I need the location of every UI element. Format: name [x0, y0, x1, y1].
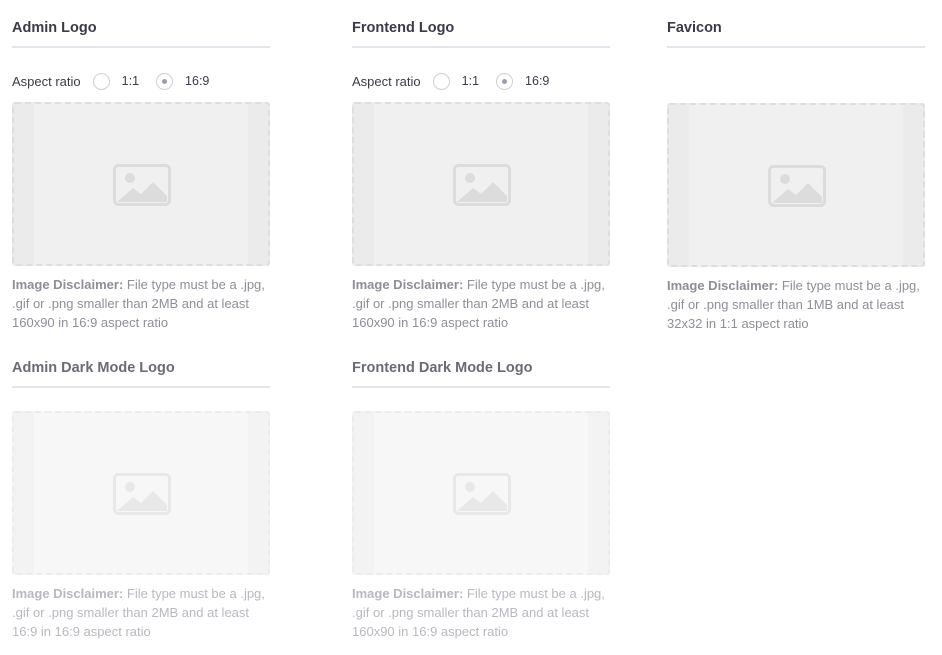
admin-logo-upload-area[interactable] — [12, 102, 270, 266]
disclaimer-label: Image Disclaimer: — [12, 586, 124, 601]
image-icon — [113, 164, 171, 206]
aspect-16-9-label[interactable]: 16:9 — [525, 74, 549, 88]
card-title: Frontend Logo — [352, 19, 610, 48]
frontend-logo-card: Frontend Logo Aspect ratio 1:1 16:9 Imag… — [352, 19, 610, 332]
card-title: Frontend Dark Mode Logo — [352, 359, 610, 388]
aspect-1-1-label[interactable]: 1:1 — [462, 74, 479, 88]
disclaimer-label: Image Disclaimer: — [12, 277, 124, 292]
aspect-1-1-label[interactable]: 1:1 — [122, 74, 139, 88]
image-disclaimer: Image Disclaimer: File type must be a .j… — [352, 275, 610, 332]
radio-selected-dot — [502, 78, 508, 84]
frontend-dark-mode-logo-upload-area[interactable] — [352, 411, 610, 575]
admin-dark-mode-logo-card: Admin Dark Mode Logo Image Disclaimer: F… — [12, 359, 270, 641]
aspect-1-1-radio[interactable] — [92, 72, 110, 90]
disclaimer-label: Image Disclaimer: — [352, 277, 464, 292]
image-disclaimer: Image Disclaimer: File type must be a .j… — [12, 275, 270, 332]
image-icon — [113, 473, 171, 515]
aspect-ratio-selector: Aspect ratio 1:1 16:9 — [12, 69, 270, 93]
aspect-16-9-radio[interactable] — [156, 72, 174, 90]
aspect-ratio-selector: Aspect ratio 1:1 16:9 — [352, 69, 610, 93]
card-title: Favicon — [667, 19, 925, 48]
admin-dark-mode-logo-upload-area[interactable] — [12, 411, 270, 575]
image-icon — [453, 473, 511, 515]
frontend-dark-mode-logo-card: Frontend Dark Mode Logo Image Disclaimer… — [352, 359, 610, 641]
image-icon — [453, 164, 511, 206]
aspect-16-9-label[interactable]: 16:9 — [185, 74, 209, 88]
aspect-1-1-radio[interactable] — [432, 72, 450, 90]
frontend-logo-upload-area[interactable] — [352, 102, 610, 266]
aspect-16-9-radio[interactable] — [496, 72, 514, 90]
image-icon — [768, 165, 826, 207]
disclaimer-label: Image Disclaimer: — [667, 278, 779, 293]
image-disclaimer: Image Disclaimer: File type must be a .j… — [12, 584, 270, 641]
card-title: Admin Dark Mode Logo — [12, 359, 270, 388]
image-disclaimer: Image Disclaimer: File type must be a .j… — [667, 276, 925, 333]
favicon-card: Favicon Image Disclaimer: File type must… — [667, 19, 925, 333]
radio-selected-dot — [162, 78, 168, 84]
image-disclaimer: Image Disclaimer: File type must be a .j… — [352, 584, 610, 641]
favicon-upload-area[interactable] — [667, 103, 925, 267]
card-title: Admin Logo — [12, 19, 270, 48]
aspect-ratio-label: Aspect ratio — [352, 73, 421, 89]
logo-settings-page: Admin Logo Aspect ratio 1:1 16:9 Image D… — [0, 0, 942, 655]
aspect-ratio-label: Aspect ratio — [12, 73, 81, 89]
admin-logo-card: Admin Logo Aspect ratio 1:1 16:9 Image D… — [12, 19, 270, 332]
disclaimer-label: Image Disclaimer: — [352, 586, 464, 601]
